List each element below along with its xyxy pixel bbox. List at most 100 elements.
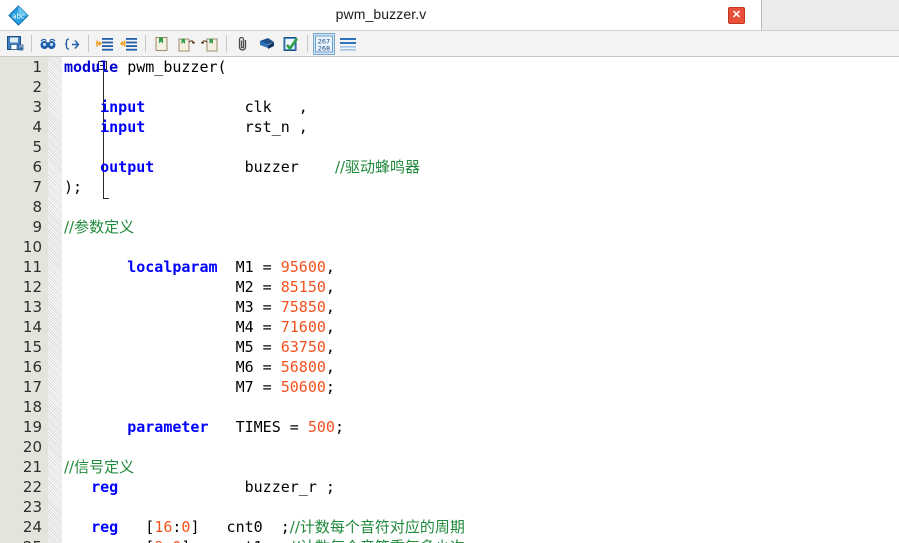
line-number: 3 [32, 98, 42, 116]
code-line[interactable]: 10 [23, 237, 899, 257]
comment-block-icon[interactable] [256, 33, 278, 55]
application-window: abc pwm_buzzer.v ✕ 267 268 1 module pwm_… [0, 0, 899, 543]
fold-margin[interactable] [48, 57, 109, 543]
toolbar-separator [88, 35, 89, 52]
find-icon[interactable] [37, 33, 59, 55]
code-token: ] cnt0 ; [190, 518, 290, 536]
code-editor[interactable]: 1 module pwm_buzzer(2 3 input clk ,4 inpu… [0, 57, 899, 543]
line-number: 19 [22, 418, 42, 436]
line-number: 4 [32, 118, 42, 136]
svg-text:268: 268 [318, 44, 330, 52]
code-line[interactable]: 24 reg [16:0] cnt0 ;//计数每个音符对应的周期 [23, 517, 899, 537]
code-token: //参数定义 [64, 218, 135, 236]
line-number: 2 [32, 78, 42, 96]
code-line[interactable]: 1 module pwm_buzzer( [32, 57, 899, 77]
code-line[interactable]: 6 output buzzer //驱动蜂鸣器 [32, 157, 899, 177]
line-number: 15 [22, 338, 42, 356]
line-number: 14 [22, 318, 42, 336]
code-line[interactable]: 18 [23, 397, 899, 417]
code-token: TIMES = [208, 418, 308, 436]
code-line[interactable]: 16 M6 = 56800, [23, 357, 899, 377]
code-token: reg [91, 538, 118, 543]
code-line[interactable]: 12 M2 = 85150, [23, 277, 899, 297]
line-number: 5 [32, 138, 42, 156]
code-token: ; [325, 378, 335, 396]
line-numbers-icon[interactable]: 267 268 [313, 32, 335, 55]
bookmark-icon[interactable] [151, 33, 173, 55]
save-all-icon[interactable] [4, 33, 26, 55]
line-number: 10 [22, 238, 42, 256]
code-token: , [325, 278, 335, 296]
line-number: 25 [0, 537, 42, 543]
toolbar: 267 268 [0, 31, 899, 57]
document-tab[interactable]: abc pwm_buzzer.v ✕ [0, 0, 762, 31]
code-line[interactable]: 7); [32, 177, 899, 197]
code-line[interactable]: 25 reg [9:0] cnt1 ;//计数每个音符重复多少次 [23, 537, 899, 543]
code-line[interactable]: 11 localparam M1 = 95600, [23, 257, 899, 277]
code-content[interactable]: 1 module pwm_buzzer(2 3 input clk ,4 inpu… [23, 57, 899, 543]
line-number: 20 [22, 438, 42, 456]
code-token: parameter [127, 418, 209, 436]
code-line[interactable]: 13 M3 = 75850, [23, 297, 899, 317]
code-token: M2 = [64, 278, 281, 296]
next-bookmark-icon[interactable] [175, 33, 197, 55]
close-button[interactable]: ✕ [728, 7, 745, 24]
previous-bookmark-icon[interactable] [199, 33, 221, 55]
code-token: 95600 [280, 258, 326, 276]
code-line-text: reg [9:0] cnt1 ;//计数每个音符重复多少次 [62, 538, 465, 543]
line-number: 24 [22, 518, 42, 536]
code-line-text: input clk , [62, 98, 308, 116]
code-line[interactable]: 20 [23, 437, 899, 457]
goto-brace-icon[interactable] [61, 33, 83, 55]
code-line[interactable]: 8 [32, 197, 899, 217]
attach-icon[interactable] [232, 33, 254, 55]
decrease-indent-icon[interactable] [118, 33, 140, 55]
code-line-text: M5 = 63750, [62, 338, 335, 356]
code-line[interactable]: 9 //参数定义 [32, 217, 899, 237]
line-number: 1 [32, 58, 42, 76]
code-lines: 1 module pwm_buzzer(2 3 input clk ,4 inpu… [23, 57, 899, 543]
code-token: M3 = [64, 298, 281, 316]
title-bar-empty-area [762, 0, 899, 31]
code-line[interactable]: 21 //信号定义 [23, 457, 899, 477]
code-line[interactable]: 5 [32, 137, 899, 157]
check-document-icon[interactable] [280, 33, 302, 55]
increase-indent-icon[interactable] [94, 33, 116, 55]
toolbar-separator [145, 35, 146, 52]
code-line[interactable]: 2 [32, 77, 899, 97]
word-wrap-icon[interactable] [337, 33, 359, 55]
code-line[interactable]: 17 M7 = 50600; [23, 377, 899, 397]
code-line-text: parameter TIMES = 500; [62, 418, 344, 436]
code-token: ); [64, 178, 83, 196]
line-number: 18 [22, 398, 42, 416]
code-line[interactable]: 3 input clk , [32, 97, 899, 117]
code-line[interactable]: 23 [23, 497, 899, 517]
code-token: 56800 [280, 358, 326, 376]
code-token: reg [91, 518, 119, 536]
code-line[interactable]: 4 input rst_n , [32, 117, 899, 137]
code-line[interactable]: 19 parameter TIMES = 500; [23, 417, 899, 437]
code-token: ; [334, 418, 344, 436]
line-number: 17 [22, 378, 42, 396]
code-token: 16 [154, 518, 173, 536]
code-line[interactable]: 15 M5 = 63750, [23, 337, 899, 357]
code-token: input [100, 118, 146, 136]
line-number: 8 [32, 198, 42, 216]
code-token: 71600 [280, 318, 326, 336]
code-token: 85150 [280, 278, 326, 296]
line-number: 6 [32, 158, 42, 176]
code-line[interactable]: 22 reg buzzer_r ; [23, 477, 899, 497]
code-token: , [325, 338, 335, 356]
code-line[interactable]: 14 M4 = 71600, [23, 317, 899, 337]
code-line-text: //信号定义 [62, 458, 134, 476]
